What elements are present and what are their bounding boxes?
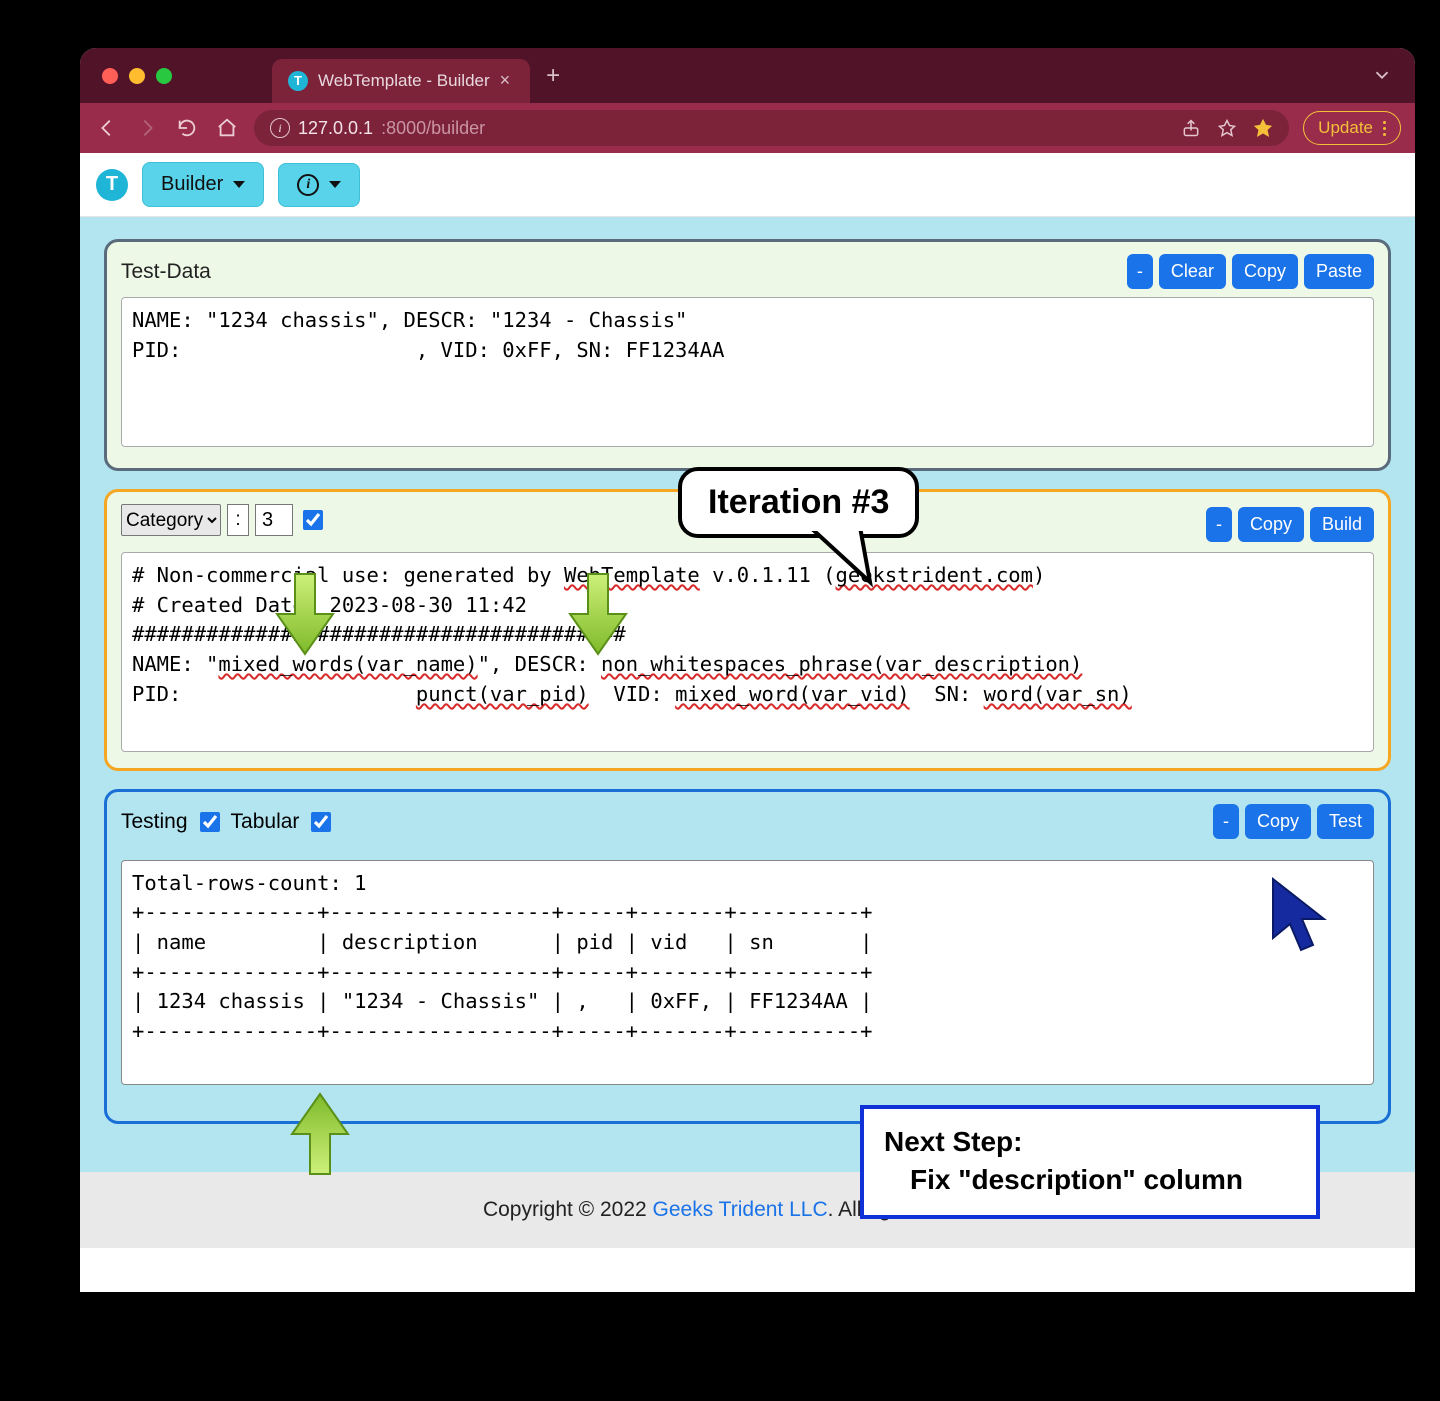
testing-panel: Testing Tabular - Copy Test Total-rows-c… [104, 789, 1391, 1124]
bookmark-filled-icon[interactable] [1253, 118, 1273, 138]
update-label: Update [1318, 118, 1373, 138]
next-step-line2: Fix "description" column [884, 1161, 1296, 1199]
colon-separator: : [227, 504, 249, 536]
tabular-checkbox[interactable] [311, 812, 331, 832]
builder-label: Builder [161, 173, 223, 196]
info-dropdown[interactable]: i [278, 163, 360, 207]
next-step-line1: Next Step: [884, 1123, 1296, 1161]
testing-output: Total-rows-count: 1 +--------------+----… [121, 860, 1374, 1085]
new-tab-button[interactable]: + [530, 62, 576, 90]
close-tab-icon[interactable]: × [500, 70, 511, 91]
site-info-icon[interactable]: i [270, 118, 290, 138]
caret-down-icon [329, 181, 341, 188]
app-toolbar: T Builder i [80, 153, 1415, 217]
tabs-dropdown-icon[interactable] [1371, 64, 1393, 91]
green-arrow-up-icon [285, 1084, 355, 1179]
testing-label: Testing [121, 810, 188, 834]
update-button[interactable]: Update [1303, 111, 1401, 145]
caret-down-icon [233, 181, 245, 188]
maximize-window-button[interactable] [156, 68, 172, 84]
template-collapse-button[interactable]: - [1206, 507, 1232, 542]
testdata-paste-button[interactable]: Paste [1304, 254, 1374, 289]
app-logo: T [96, 169, 128, 201]
testdata-title: Test-Data [121, 260, 211, 284]
forward-icon[interactable] [134, 115, 160, 141]
testing-collapse-button[interactable]: - [1213, 804, 1239, 839]
template-checkbox[interactable] [303, 510, 323, 530]
testing-copy-button[interactable]: Copy [1245, 804, 1311, 839]
category-select[interactable]: Category [121, 504, 221, 536]
address-bar[interactable]: i 127.0.0.1 :8000/builder [254, 110, 1289, 146]
testdata-copy-button[interactable]: Copy [1232, 254, 1298, 289]
window-controls [102, 68, 172, 84]
reload-icon[interactable] [174, 115, 200, 141]
browser-window: T WebTemplate - Builder × + i 127.0.0.1:… [80, 48, 1415, 1292]
template-copy-button[interactable]: Copy [1238, 507, 1304, 542]
testdata-textarea[interactable]: NAME: "1234 chassis", DESCR: "1234 - Cha… [121, 297, 1374, 447]
testdata-panel: Test-Data - Clear Copy Paste NAME: "1234… [104, 239, 1391, 471]
url-path: :8000/builder [381, 118, 485, 139]
share-icon[interactable] [1181, 118, 1201, 138]
testdata-collapse-button[interactable]: - [1127, 254, 1153, 289]
speech-tail-icon [800, 527, 890, 597]
green-arrow-icon [563, 569, 633, 664]
footer-link[interactable]: Geeks Trident LLC [653, 1198, 828, 1221]
tab-favicon: T [288, 71, 308, 91]
next-step-callout: Next Step: Fix "description" column [860, 1105, 1320, 1219]
testing-checkbox[interactable] [200, 812, 220, 832]
testing-test-button[interactable]: Test [1317, 804, 1374, 839]
testdata-clear-button[interactable]: Clear [1159, 254, 1226, 289]
back-icon[interactable] [94, 115, 120, 141]
green-arrow-icon [270, 569, 340, 664]
tab-strip: T WebTemplate - Builder × + [80, 48, 1415, 103]
url-host: 127.0.0.1 [298, 118, 373, 139]
workspace: Test-Data - Clear Copy Paste NAME: "1234… [80, 217, 1415, 1172]
home-icon[interactable] [214, 115, 240, 141]
browser-tab[interactable]: T WebTemplate - Builder × [272, 59, 530, 103]
url-bar: i 127.0.0.1 :8000/builder Update [80, 103, 1415, 153]
copyright-prefix: Copyright © 2022 [483, 1198, 653, 1221]
iteration-label: Iteration #3 [708, 483, 889, 521]
menu-dots-icon [1383, 121, 1386, 136]
builder-dropdown[interactable]: Builder [142, 162, 264, 207]
bookmark-outline-icon[interactable] [1217, 118, 1237, 138]
template-build-button[interactable]: Build [1310, 507, 1374, 542]
tab-title: WebTemplate - Builder [318, 71, 490, 91]
info-icon: i [297, 174, 319, 196]
close-window-button[interactable] [102, 68, 118, 84]
minimize-window-button[interactable] [129, 68, 145, 84]
category-index-input[interactable] [255, 504, 293, 536]
cursor-icon [1268, 874, 1332, 963]
tabular-label: Tabular [231, 810, 300, 834]
